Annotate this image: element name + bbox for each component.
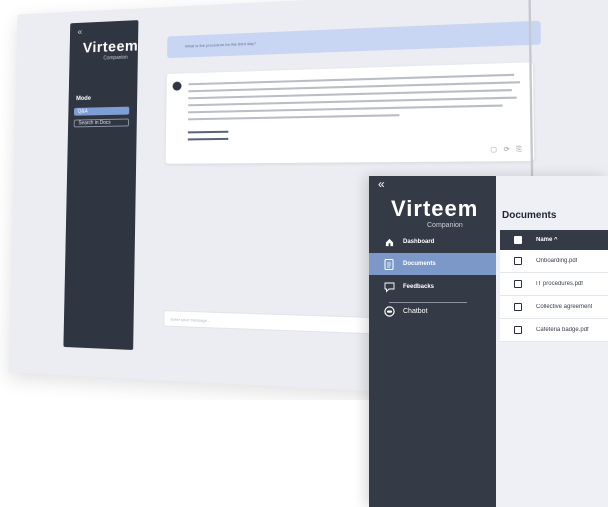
sidebar-item-label: Dashboard bbox=[403, 239, 434, 245]
answer-text-line bbox=[188, 114, 399, 120]
document-name: Cafeteria badge.pdf bbox=[536, 327, 589, 333]
sidebar-item-documents[interactable]: Documents bbox=[369, 253, 496, 275]
back-logo-subtitle: Companion bbox=[103, 55, 128, 62]
logo-subtitle: Companion bbox=[427, 222, 463, 229]
table-row[interactable]: Cafeteria badge.pdf bbox=[500, 319, 608, 342]
answer-text-line bbox=[188, 104, 502, 113]
document-name: Onboarding.pdf bbox=[536, 258, 577, 264]
sidebar: « Virteem Companion Dashboard Documents … bbox=[369, 176, 496, 507]
back-mode-title: Mode bbox=[76, 96, 91, 102]
answer-actions[interactable]: ▢ ⟳ ⎘ bbox=[490, 146, 524, 155]
main-content: Documents Name ^ Onboarding.pdf IT proce… bbox=[496, 176, 608, 507]
feedback-icon bbox=[383, 281, 395, 293]
back-mode-qa-button[interactable]: Q&A bbox=[74, 107, 129, 116]
sidebar-item-label: Documents bbox=[403, 261, 436, 267]
document-icon bbox=[383, 258, 395, 270]
column-header-name[interactable]: Name ^ bbox=[536, 237, 558, 243]
table-row[interactable]: IT procedures.pdf bbox=[500, 273, 608, 296]
back-user-query: What is the procedure for the third day? bbox=[167, 21, 541, 59]
sidebar-item-feedbacks[interactable]: Feedbacks bbox=[369, 276, 496, 298]
row-checkbox[interactable] bbox=[514, 326, 522, 334]
sidebar-item-label: Feedbacks bbox=[403, 284, 434, 290]
select-all-checkbox[interactable] bbox=[514, 236, 522, 244]
front-window: « Virteem Companion Dashboard Documents … bbox=[369, 176, 608, 507]
bot-avatar-icon bbox=[173, 81, 182, 90]
logo: Virteem bbox=[391, 196, 478, 222]
document-name: Collective agreement bbox=[536, 304, 592, 310]
back-mode-search-button[interactable]: Search in Docs bbox=[74, 118, 129, 127]
sidebar-item-chatbot[interactable]: Chatbot bbox=[369, 300, 496, 322]
row-checkbox[interactable] bbox=[514, 257, 522, 265]
collapse-sidebar-icon[interactable]: « bbox=[378, 178, 385, 190]
page-title: Documents bbox=[502, 210, 556, 221]
back-collapse-icon[interactable]: « bbox=[77, 27, 82, 37]
document-name: IT procedures.pdf bbox=[536, 281, 583, 287]
home-icon bbox=[383, 236, 395, 248]
documents-table: Name ^ Onboarding.pdf IT procedures.pdf … bbox=[500, 230, 608, 342]
answer-source-link[interactable] bbox=[188, 138, 228, 141]
chatbot-icon bbox=[383, 305, 395, 317]
table-header: Name ^ bbox=[500, 230, 608, 250]
sidebar-item-label: Chatbot bbox=[403, 308, 428, 315]
back-sidebar: « Virteem Companion Mode Q&A Search in D… bbox=[63, 20, 138, 350]
table-row[interactable]: Onboarding.pdf bbox=[500, 250, 608, 273]
row-checkbox[interactable] bbox=[514, 280, 522, 288]
back-logo: Virteem bbox=[83, 38, 139, 57]
sidebar-item-dashboard[interactable]: Dashboard bbox=[369, 231, 496, 253]
back-bot-answer: ▢ ⟳ ⎘ bbox=[166, 62, 535, 164]
answer-source-link[interactable] bbox=[188, 131, 228, 134]
row-checkbox[interactable] bbox=[514, 303, 522, 311]
table-row[interactable]: Collective agreement bbox=[500, 296, 608, 319]
